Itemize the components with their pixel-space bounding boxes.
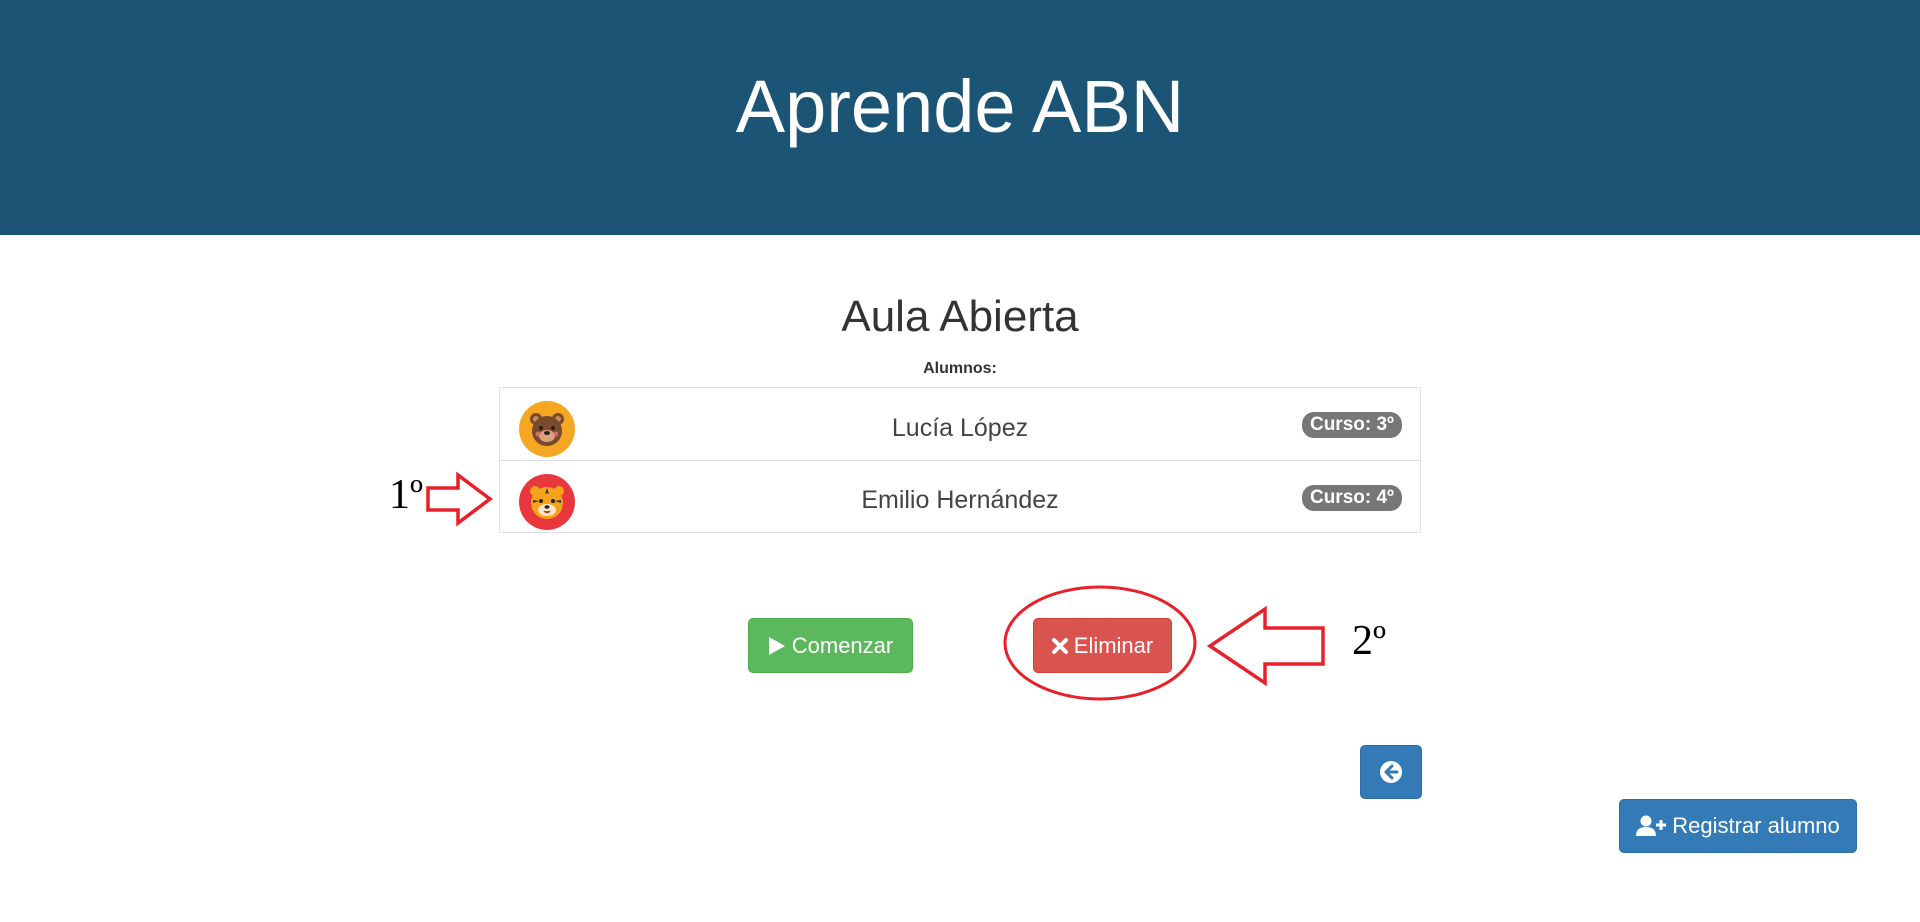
course-badge: Curso: 4º	[1301, 485, 1402, 511]
step-2-label: 2º	[1352, 618, 1387, 664]
student-list: Lucía López Curso: 3º Emilio Hernández C…	[499, 387, 1421, 533]
start-button[interactable]: Comenzar	[748, 618, 913, 673]
arrow-circle-left-icon	[1380, 761, 1402, 783]
student-row[interactable]: Emilio Hernández Curso: 4º	[500, 460, 1420, 532]
step-1-label: 1º	[389, 472, 424, 518]
step-1-arrow-icon	[426, 471, 493, 527]
app-header: Aprende ABN	[0, 0, 1920, 235]
course-badge: Curso: 3º	[1301, 412, 1402, 438]
register-student-label: Registrar alumno	[1672, 813, 1840, 838]
student-row[interactable]: Lucía López Curso: 3º	[500, 388, 1420, 460]
step-2-arrow-icon	[1206, 605, 1325, 687]
bear-icon	[519, 401, 575, 457]
tiger-icon	[519, 474, 575, 530]
back-button[interactable]	[1360, 745, 1422, 799]
classroom-title: Aula Abierta	[841, 292, 1079, 341]
student-name: Emilio Hernández	[861, 486, 1059, 514]
student-name: Lucía López	[891, 413, 1029, 442]
highlight-circle	[1003, 585, 1197, 701]
register-student-button[interactable]: Registrar alumno	[1619, 799, 1857, 853]
play-icon	[768, 636, 785, 655]
user-plus-icon	[1636, 815, 1667, 836]
app-title: Aprende ABN	[735, 65, 1185, 148]
start-button-label: Comenzar	[791, 632, 894, 658]
students-label: Alumnos:	[923, 360, 997, 377]
